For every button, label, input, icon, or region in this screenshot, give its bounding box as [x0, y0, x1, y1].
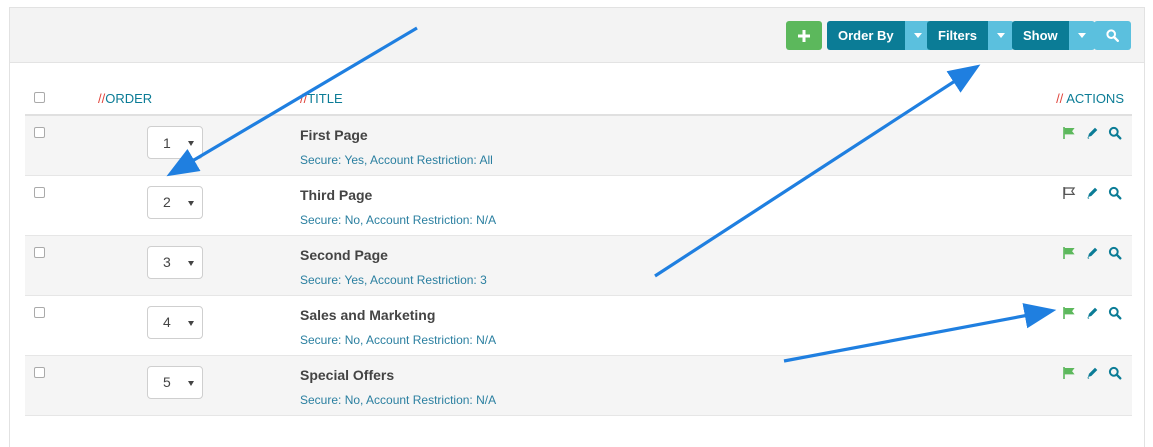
actions-header: // ACTIONS [900, 82, 1132, 116]
order-cell: 2 [98, 175, 300, 236]
filters-button[interactable]: Filters [927, 21, 989, 50]
row-select-cell [25, 355, 98, 416]
page-list-panel: Order By Filters Show //ORDER //TITLE //… [9, 7, 1145, 447]
title-cell: Sales and Marketing Secure: No, Account R… [300, 295, 900, 356]
plus-icon [798, 29, 810, 42]
page-title[interactable]: Second Page [300, 247, 900, 263]
select-all-cell [25, 82, 98, 116]
search-icon[interactable] [1108, 366, 1122, 385]
table-row: 2 Third Page Secure: No, Account Restricti… [25, 175, 1132, 236]
flag-icon[interactable] [1062, 246, 1076, 265]
order-header-label: ORDER [105, 90, 153, 106]
toolbar: Order By Filters Show [10, 8, 1144, 63]
filters-caret[interactable] [988, 21, 1015, 50]
order-by-dropdown[interactable]: Order By [827, 21, 931, 50]
order-cell: 4 [98, 295, 300, 356]
header-prefix: // [1056, 90, 1064, 106]
order-value: 4 [163, 314, 171, 330]
pencil-icon[interactable] [1085, 306, 1099, 325]
order-value: 1 [163, 134, 171, 151]
page-title[interactable]: Sales and Marketing [300, 307, 900, 323]
search-button[interactable] [1094, 21, 1131, 50]
title-header-label: TITLE [307, 90, 343, 106]
table-row: 3 Second Page Secure: Yes, Account Restric… [25, 235, 1132, 296]
show-dropdown[interactable]: Show [1012, 21, 1095, 50]
row-select-cell [25, 115, 98, 176]
search-icon[interactable] [1108, 126, 1122, 145]
order-cell: 5 [98, 355, 300, 416]
order-select[interactable]: 3 [147, 245, 203, 279]
page-meta: Secure: No, Account Restriction: N/A [300, 392, 497, 407]
page-title[interactable]: Special Offers [300, 367, 900, 383]
search-icon[interactable] [1108, 186, 1122, 205]
flag-icon[interactable] [1062, 306, 1076, 325]
pencil-icon[interactable] [1085, 246, 1099, 265]
chevron-down-icon [997, 33, 1006, 38]
actions-cell [900, 295, 1132, 356]
order-value: 2 [163, 194, 171, 210]
chevron-down-icon [188, 320, 194, 326]
pencil-icon[interactable] [1085, 366, 1099, 385]
show-button[interactable]: Show [1012, 21, 1069, 50]
title-cell: Third Page Secure: No, Account Restrictio… [300, 175, 900, 236]
order-select[interactable]: 5 [147, 365, 203, 399]
actions-header-label: ACTIONS [1066, 90, 1124, 106]
pages-table: //ORDER //TITLE // ACTIONS 1 First Page Se… [25, 82, 1132, 416]
row-select-cell [25, 235, 98, 296]
order-value: 5 [163, 374, 171, 390]
table-row: 1 First Page Secure: Yes, Account Restrict… [25, 115, 1132, 176]
actions-cell [900, 355, 1132, 416]
select-all-checkbox[interactable] [34, 91, 45, 103]
pencil-icon[interactable] [1085, 126, 1099, 145]
row-checkbox[interactable] [34, 127, 45, 138]
chevron-down-icon [188, 200, 194, 206]
chevron-down-icon [913, 33, 922, 38]
show-caret[interactable] [1068, 21, 1095, 50]
table-row: 5 Special Offers Secure: No, Account Restr… [25, 355, 1132, 416]
chevron-down-icon [1077, 33, 1086, 38]
pencil-icon[interactable] [1085, 186, 1099, 205]
flag-icon[interactable] [1062, 126, 1076, 145]
page-meta: Secure: Yes, Account Restriction: 3 [300, 272, 487, 287]
order-cell: 3 [98, 235, 300, 296]
order-by-button[interactable]: Order By [827, 21, 905, 50]
order-cell: 1 [98, 115, 300, 176]
title-cell: Special Offers Secure: No, Account Restri… [300, 355, 900, 416]
search-icon[interactable] [1108, 246, 1122, 265]
chevron-down-icon [188, 260, 194, 266]
actions-cell [900, 175, 1132, 236]
chevron-down-icon [188, 141, 194, 146]
add-button[interactable] [786, 21, 822, 50]
title-header[interactable]: //TITLE [300, 82, 900, 116]
actions-cell [900, 115, 1132, 176]
row-checkbox[interactable] [34, 186, 45, 198]
row-checkbox[interactable] [34, 246, 45, 258]
row-select-cell [25, 175, 98, 236]
chevron-down-icon [188, 380, 194, 386]
table-row: 4 Sales and Marketing Secure: No, Account … [25, 295, 1132, 356]
row-checkbox[interactable] [34, 366, 45, 378]
order-select[interactable]: 2 [147, 185, 203, 219]
order-header[interactable]: //ORDER [98, 82, 300, 116]
title-cell: Second Page Secure: Yes, Account Restrict… [300, 235, 900, 296]
table-header-row: //ORDER //TITLE // ACTIONS [25, 82, 1132, 116]
flag-icon[interactable] [1062, 366, 1076, 385]
title-cell: First Page Secure: Yes, Account Restricti… [300, 115, 900, 176]
page-title[interactable]: First Page [300, 127, 900, 143]
page-title[interactable]: Third Page [300, 187, 900, 203]
search-icon [1106, 29, 1119, 42]
order-value: 3 [163, 254, 171, 270]
actions-cell [900, 235, 1132, 296]
row-checkbox[interactable] [34, 306, 45, 318]
filters-dropdown[interactable]: Filters [927, 21, 1015, 50]
page-meta: Secure: No, Account Restriction: N/A [300, 332, 497, 347]
page-meta: Secure: Yes, Account Restriction: All [300, 153, 493, 167]
page-meta: Secure: No, Account Restriction: N/A [300, 212, 497, 227]
flag-icon[interactable] [1062, 186, 1076, 205]
row-select-cell [25, 295, 98, 356]
order-select[interactable]: 4 [147, 305, 203, 339]
search-icon[interactable] [1108, 306, 1122, 325]
order-select[interactable]: 1 [147, 126, 203, 159]
